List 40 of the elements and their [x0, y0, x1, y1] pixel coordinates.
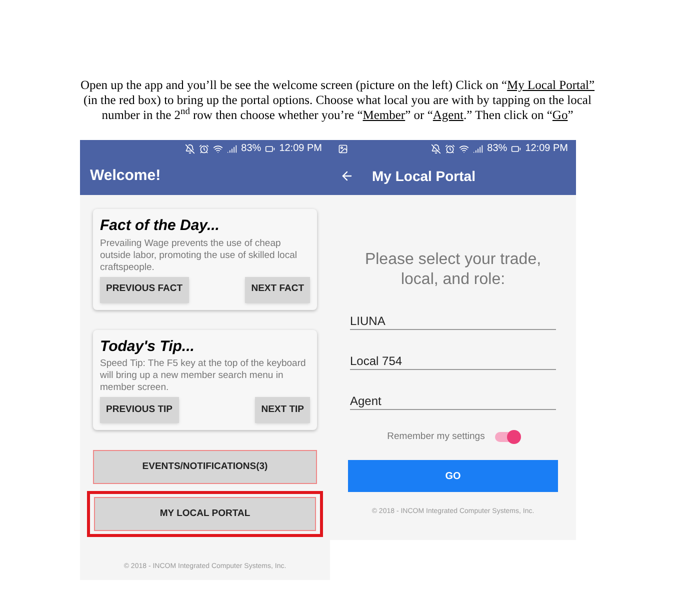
status-time: 12:09 PM — [525, 142, 568, 156]
link[interactable]: Agent — [432, 108, 464, 122]
screen-title: My Local Portal — [372, 166, 476, 186]
alarm-icon — [199, 144, 210, 154]
alarm-icon — [445, 144, 456, 154]
card-body: Speed Tip: The F5 key at the top of the keyboard will bring up a new member search menu in member screen. — [100, 358, 307, 394]
card-title: Fact of the Day... — [100, 216, 220, 236]
select-field[interactable]: Agent — [350, 392, 556, 410]
link[interactable]: Go — [552, 108, 568, 122]
battery-icon — [511, 144, 522, 154]
instructions-paragraph: Open up the app and you’ll be see the welcome screen (picture on the left) Click on “My Local Portal” (in the red box) to bring up the portal options. Choose what local you are with by tapping on the local number in the 2$^{nd}$ row then choose whether you’re “Member” or “Agent.” Then click on “Go” — [79, 78, 596, 123]
remember-label: Remember my settings — [387, 430, 485, 444]
select-field[interactable]: Local 754 — [350, 352, 556, 370]
menu-button[interactable]: EVENTS/NOTIFICATIONS(3) — [93, 450, 317, 484]
card-title: Today's Tip... — [100, 336, 196, 356]
link[interactable]: Member — [362, 108, 406, 122]
signal-icon — [227, 144, 238, 154]
card-button[interactable]: PREVIOUS FACT — [100, 276, 189, 302]
signal-icon — [473, 144, 484, 154]
prompt-text: Please select your trade, local, and role: — [364, 250, 542, 290]
battery-percent: 83% — [241, 142, 262, 156]
status-time: 12:09 PM — [279, 142, 322, 156]
card-button[interactable]: NEXT TIP — [255, 397, 310, 423]
link[interactable]: My Local Portal” — [507, 78, 595, 92]
card-button[interactable]: NEXT FACT — [245, 276, 310, 302]
screen-title: Welcome! — [90, 166, 161, 186]
card-button[interactable]: PREVIOUS TIP — [100, 397, 179, 423]
wifi-icon — [213, 144, 224, 154]
mute-icon — [431, 144, 442, 154]
card-body: Prevailing Wage prevents the use of cheap outside labor, promoting the use of skilled local craftspeople. — [100, 238, 298, 274]
back-icon[interactable] — [340, 169, 354, 183]
battery-percent: 83% — [487, 142, 508, 156]
image-icon — [338, 144, 348, 154]
go-button[interactable]: GO — [348, 460, 558, 492]
mute-icon — [185, 144, 196, 154]
select-field[interactable]: LIUNA — [350, 312, 556, 330]
wifi-icon — [459, 144, 470, 154]
menu-button[interactable]: MY LOCAL PORTAL — [94, 497, 316, 531]
toggle-switch[interactable] — [494, 432, 519, 442]
battery-icon — [265, 144, 276, 154]
